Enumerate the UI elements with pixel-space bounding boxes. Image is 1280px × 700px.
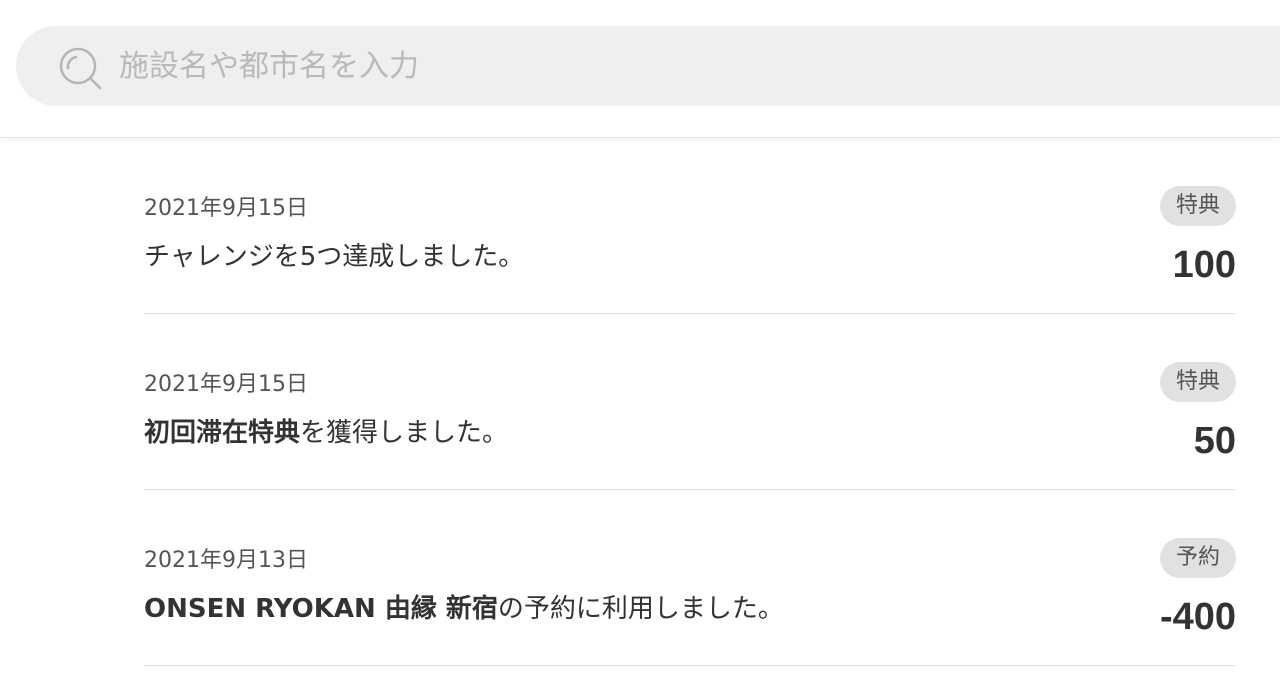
entry-description-text: を獲得しました。: [300, 418, 509, 448]
entry-date: 2021年9月15日: [144, 196, 308, 221]
points-value: -400: [1159, 596, 1236, 638]
search-icon: [59, 47, 102, 90]
entry-description: チャレンジを5つ達成しました。: [144, 236, 524, 273]
entry-description-bold: ONSEN RYOKAN 由縁 新宿: [144, 594, 498, 624]
list-item: 2021年9月13日 ONSEN RYOKAN 由縁 新宿の予約に利用しました。…: [144, 490, 1236, 666]
entry-description: ONSEN RYOKAN 由縁 新宿の予約に利用しました。: [144, 588, 784, 625]
points-value: 50: [1193, 420, 1236, 462]
list-item: 2021年9月15日 初回滞在特典を獲得しました。 特典 50: [144, 314, 1236, 490]
search-bar[interactable]: [16, 26, 1280, 106]
entry-description: 初回滞在特典を獲得しました。: [144, 412, 508, 449]
entry-description-bold: 初回滞在特典: [144, 418, 301, 448]
list-item: 2021年9月15日 チャレンジを5つ達成しました。 特典 100: [144, 138, 1236, 314]
category-badge: 予約: [1159, 538, 1236, 578]
entry-date: 2021年9月13日: [144, 548, 308, 573]
entry-date: 2021年9月15日: [144, 372, 308, 397]
points-history-list: 2021年9月15日 チャレンジを5つ達成しました。 特典 100 2021年9…: [144, 138, 1236, 666]
category-badge: 特典: [1159, 186, 1236, 226]
category-badge: 特典: [1159, 362, 1236, 402]
entry-description-text: の予約に利用しました。: [497, 594, 784, 624]
entry-description-text: チャレンジを5つ達成しました。: [144, 242, 525, 272]
points-value: 100: [1172, 244, 1236, 286]
header: [0, 0, 1280, 138]
search-input[interactable]: [119, 42, 1019, 90]
